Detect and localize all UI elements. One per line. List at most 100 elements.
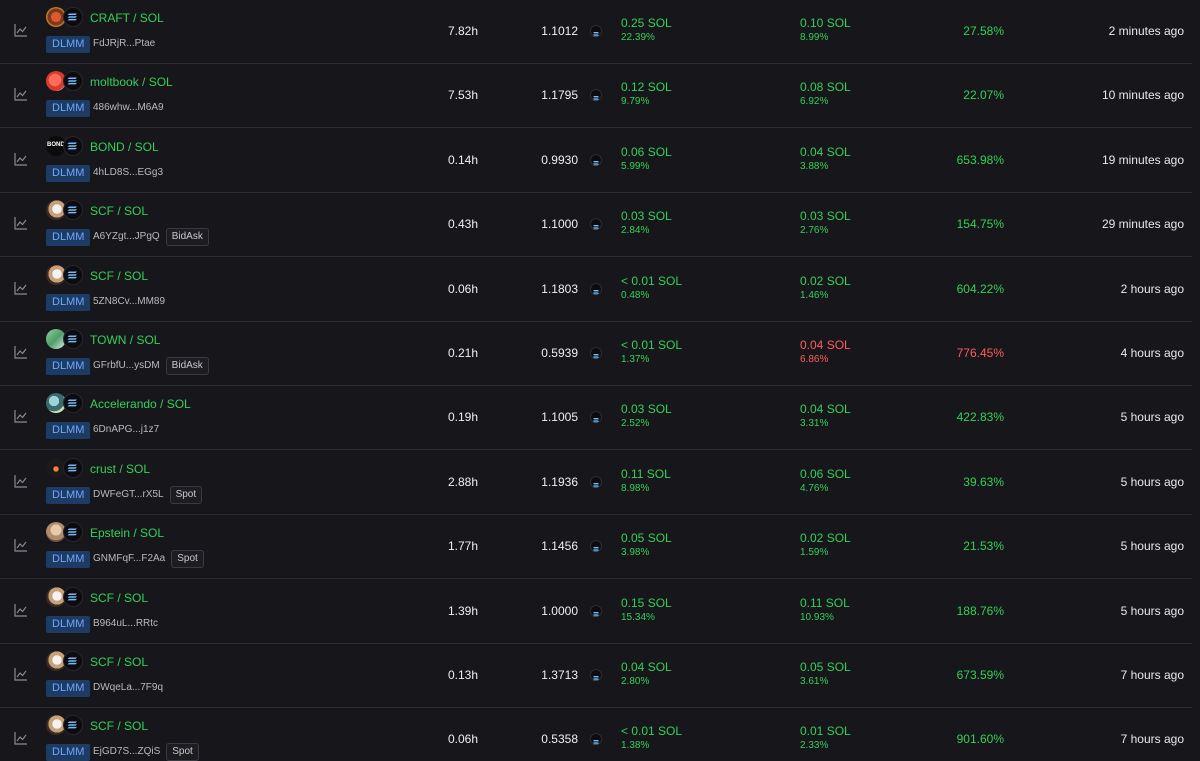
pair-name[interactable]: Accelerando / SOL (90, 397, 191, 411)
fee-amount: 0.25 SOL (621, 16, 672, 30)
pair-name[interactable]: SCF / SOL (90, 204, 148, 218)
fee-amount: 0.12 SOL (621, 80, 672, 95)
sol-token-icon (63, 135, 83, 156)
fee-percent: 0.48% (621, 289, 650, 301)
pool-address[interactable]: DWqeLa...7F9q (93, 682, 163, 693)
fee-amount: 0.11 SOL (621, 466, 671, 481)
pair-name[interactable]: crust / SOL (90, 462, 150, 476)
pair-name[interactable]: TOWN / SOL (90, 333, 160, 347)
price-value: 1.1005 (541, 410, 578, 425)
pool-address[interactable]: 486whw...M6A9 (93, 102, 164, 113)
chart-icon[interactable] (14, 667, 28, 681)
table-row[interactable]: CRAFT / SOL DLMM FdJRjR...Ptae 7.82h 1.1… (0, 0, 1192, 64)
chart-icon[interactable] (14, 409, 28, 423)
duration-value: 0.14h (447, 152, 478, 167)
strategy-tag: Spot (171, 550, 204, 569)
price-value: 1.1012 (541, 24, 578, 38)
pool-address[interactable]: 4hLD8S...EGg3 (93, 167, 163, 178)
pool-address[interactable]: 5ZN8Cv...MM89 (93, 296, 165, 307)
pool-type-badge: DLMM (46, 422, 91, 440)
pair-token-icons (46, 264, 86, 285)
table-row[interactable]: Epstein / SOL DLMM GNMFqF...F2Aa Spot 1.… (0, 515, 1192, 580)
price-value: 1.1000 (541, 217, 578, 232)
duration-value: 1.39h (447, 603, 478, 618)
pair-token-icons (46, 586, 86, 607)
pnl-percent: 10.93% (800, 611, 834, 623)
apr-value: 673.59% (956, 668, 1004, 682)
chart-icon[interactable] (14, 23, 28, 37)
age-value: 4 hours ago (1120, 346, 1184, 360)
pair-name[interactable]: SCF / SOL (90, 269, 148, 283)
pair-name[interactable]: BOND / SOL (90, 140, 159, 154)
pool-address[interactable]: B964uL...RRtc (93, 618, 158, 629)
price-value: 1.3713 (541, 668, 578, 682)
fee-amount: 0.15 SOL (621, 595, 672, 610)
pair-name[interactable]: CRAFT / SOL (90, 11, 164, 25)
sol-token-icon (63, 715, 83, 736)
pool-type-badge: DLMM (46, 293, 91, 311)
table-row[interactable]: SCF / SOL DLMM DWqeLa...7F9q 0.13h 1.371… (0, 644, 1192, 708)
pnl-percent: 3.88% (800, 160, 829, 172)
table-row[interactable]: SCF / SOL DLMM A6YZgt...JPgQ BidAsk 0.43… (0, 193, 1192, 258)
pool-address[interactable]: FdJRjR...Ptae (93, 38, 155, 49)
pair-name[interactable]: moltbook / SOL (90, 75, 173, 89)
sol-token-icon (63, 200, 83, 221)
pool-address[interactable]: 6DnAPG...j1z7 (93, 424, 159, 435)
pool-address[interactable]: A6YZgt...JPgQ (93, 231, 160, 242)
age-value: 7 hours ago (1120, 668, 1184, 682)
table-row[interactable]: moltbook / SOL DLMM 486whw...M6A9 7.53h … (0, 64, 1192, 129)
sol-mini-icon (590, 218, 602, 231)
chart-icon[interactable] (14, 152, 28, 166)
table-row[interactable]: crust / SOL DLMM DWFeGT...rX5L Spot 2.88… (0, 451, 1192, 515)
age-value: 5 hours ago (1120, 603, 1184, 618)
pool-type-badge: DLMM (46, 358, 91, 375)
pool-address[interactable]: GNMFqF...F2Aa (93, 553, 165, 564)
pnl-amount: 0.02 SOL (800, 531, 851, 546)
pool-type-badge: DLMM (46, 551, 91, 569)
chart-icon[interactable] (14, 731, 28, 745)
sol-token-icon (63, 457, 83, 478)
pnl-percent: 1.59% (800, 547, 829, 559)
pair-name[interactable]: SCF / SOL (90, 655, 148, 669)
duration-value: 7.82h (447, 24, 478, 38)
strategy-tag: BidAsk (165, 228, 209, 247)
pair-name[interactable]: SCF / SOL (90, 719, 148, 733)
pool-address[interactable]: DWFeGT...rX5L (93, 489, 164, 500)
table-row[interactable]: TOWN / SOL DLMM GFrbfU...ysDM BidAsk 0.2… (0, 322, 1192, 386)
age-value: 29 minutes ago (1101, 217, 1184, 232)
fee-percent: 5.99% (621, 160, 650, 172)
sol-mini-icon (590, 89, 602, 102)
chart-icon[interactable] (14, 216, 28, 230)
chart-icon[interactable] (14, 87, 28, 101)
pair-token-icons (46, 200, 86, 221)
table-row[interactable]: BOND BOND / SOL DLMM 4hLD8S...EGg3 0.14h… (0, 129, 1192, 193)
fee-percent: 15.34% (621, 611, 655, 623)
price-value: 0.5939 (541, 346, 578, 360)
chart-icon[interactable] (14, 345, 28, 359)
chart-icon[interactable] (14, 281, 28, 295)
chart-icon[interactable] (14, 474, 28, 488)
sol-mini-icon (590, 282, 602, 295)
sol-token-icon (63, 393, 83, 414)
pool-address[interactable]: GFrbfU...ysDM (93, 360, 160, 371)
sol-mini-icon (590, 604, 602, 617)
fee-percent: 2.52% (621, 418, 650, 430)
apr-value: 154.75% (956, 217, 1004, 232)
chart-icon[interactable] (14, 538, 28, 552)
pool-address[interactable]: EjGD7S...ZQiS (93, 746, 160, 757)
table-row[interactable]: SCF / SOL DLMM EjGD7S...ZQiS Spot 0.06h … (0, 708, 1192, 761)
pair-name[interactable]: Epstein / SOL (90, 526, 164, 540)
fee-amount: 0.06 SOL (621, 144, 672, 159)
price-value: 0.5358 (541, 732, 578, 747)
table-row[interactable]: SCF / SOL DLMM B964uL...RRtc 1.39h 1.000… (0, 580, 1192, 644)
pair-name[interactable]: SCF / SOL (90, 591, 148, 605)
fee-percent: 2.84% (621, 225, 650, 237)
price-value: 1.1803 (541, 281, 578, 296)
chart-icon[interactable] (14, 603, 28, 617)
apr-value: 27.58% (963, 24, 1004, 38)
table-row[interactable]: SCF / SOL DLMM 5ZN8Cv...MM89 0.06h 1.180… (0, 258, 1192, 322)
fee-percent: 2.80% (621, 676, 650, 687)
sol-token-icon (63, 586, 83, 607)
table-row[interactable]: Accelerando / SOL DLMM 6DnAPG...j1z7 0.1… (0, 386, 1192, 451)
pair-token-icons (46, 71, 86, 92)
